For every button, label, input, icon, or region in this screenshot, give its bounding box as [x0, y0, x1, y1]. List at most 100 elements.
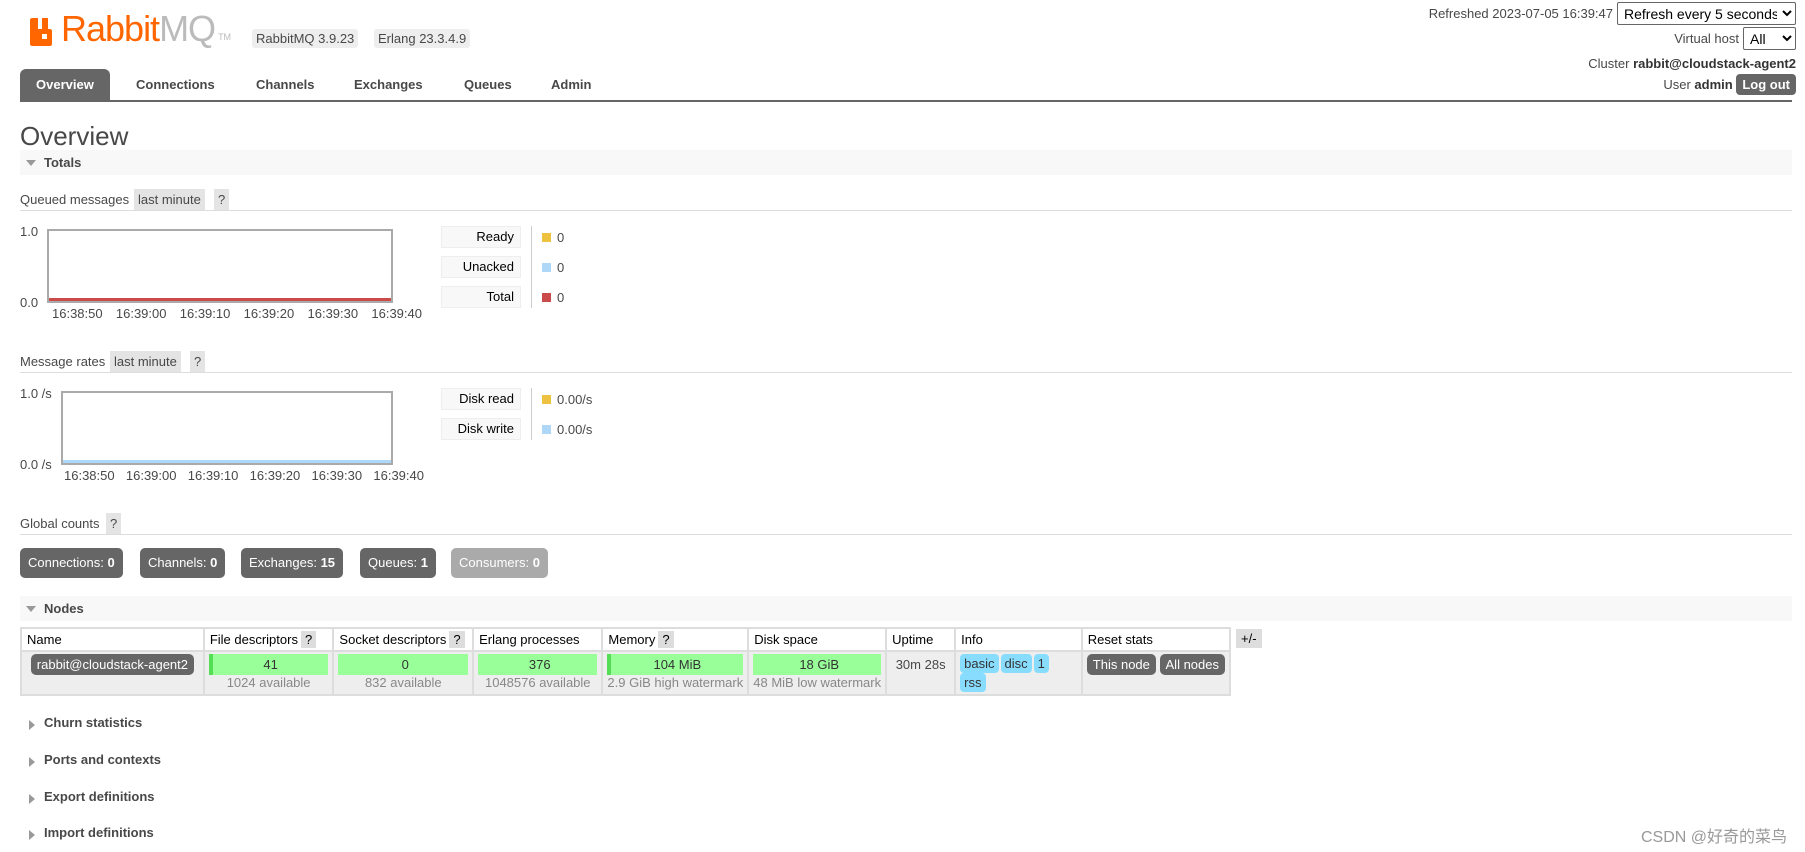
tab-exchanges[interactable]: Exchanges: [338, 69, 439, 100]
disk-write-series-line: [63, 460, 391, 463]
table-row: rabbit@cloudstack-agent2 41 1024 availabl…: [20, 650, 1232, 696]
help-button[interactable]: ?: [190, 351, 206, 372]
rabbit-logo-icon: [30, 18, 52, 46]
churn-statistics-toggle[interactable]: Churn statistics: [20, 713, 142, 733]
queued-legend: Ready Unacked Total 0 0 0: [441, 226, 564, 308]
x-tick-label: 16:39:00: [125, 468, 177, 483]
legend-swatch-icon: [542, 292, 551, 302]
info-tag: rss: [960, 673, 986, 692]
help-button[interactable]: ?: [658, 631, 674, 648]
x-tick-label: 16:39:30: [311, 468, 363, 483]
column-toggle-button[interactable]: +/-: [1236, 629, 1262, 648]
nodes-table: Name File descriptors? Socket descriptor…: [20, 627, 1232, 696]
help-button[interactable]: ?: [300, 631, 317, 648]
collapse-triangle-icon: [26, 606, 36, 612]
file-descriptors-bar: 41: [208, 654, 329, 675]
x-tick-label: 16:39:20: [243, 306, 295, 321]
global-count-queues-button[interactable]: Queues: 1: [360, 548, 437, 578]
export-definitions-toggle[interactable]: Export definitions: [20, 787, 155, 807]
section-title: Totals: [44, 155, 82, 170]
legend-item: 0.00/s: [542, 388, 592, 410]
legend-label: Ready: [441, 226, 521, 248]
reset-this-node-button[interactable]: This node: [1086, 654, 1156, 675]
rabbitmq-version: RabbitMQ 3.9.23: [252, 29, 359, 48]
node-name-link[interactable]: rabbit@cloudstack-agent2: [30, 654, 195, 675]
global-count-exchanges-button[interactable]: Exchanges: 15: [241, 548, 344, 578]
x-tick-label: 16:39:10: [187, 468, 239, 483]
memory-bar: 104 MiB: [607, 654, 744, 675]
expand-triangle-icon: [29, 794, 35, 804]
y-axis-max: 1.0 /s: [20, 386, 52, 401]
legend-item: 0.00/s: [542, 418, 592, 440]
info-tag: basic: [960, 654, 999, 673]
info-tag: 1: [1033, 654, 1049, 673]
section-title: Nodes: [44, 601, 84, 616]
global-count-consumers-button[interactable]: Consumers: 0: [451, 548, 548, 578]
help-button[interactable]: ?: [449, 631, 465, 648]
tab-admin[interactable]: Admin: [535, 69, 607, 100]
legend-swatch-icon: [542, 394, 551, 404]
x-axis-ticks: 16:38:50 16:39:00 16:39:10 16:39:20 16:39:30…: [64, 468, 424, 483]
x-tick-label: 16:38:50: [52, 306, 103, 321]
global-count-connections-button[interactable]: Connections: 0: [20, 548, 123, 578]
queued-messages-header: Queued messages last minute ?: [20, 189, 1792, 211]
legend-divider: [531, 388, 532, 440]
expand-triangle-icon: [29, 757, 35, 767]
legend-item: 0: [542, 286, 564, 308]
help-button[interactable]: ?: [106, 513, 122, 534]
help-button[interactable]: ?: [214, 189, 230, 210]
legend-divider: [531, 226, 532, 308]
page-title: Overview: [20, 121, 129, 151]
reset-all-nodes-button[interactable]: All nodes: [1159, 654, 1225, 675]
x-tick-label: 16:39:20: [249, 468, 301, 483]
main-tabs: Overview Connections Channels Exchanges …: [20, 69, 1792, 102]
rates-legend: Disk read Disk write 0.00/s 0.00/s: [441, 388, 592, 440]
legend-label: Disk write: [441, 418, 521, 440]
socket-descriptors-bar: 0: [338, 654, 469, 675]
global-counts-header: Global counts ?: [20, 513, 1792, 535]
legend-label: Unacked: [441, 256, 521, 278]
legend-swatch-icon: [542, 232, 551, 242]
tab-channels[interactable]: Channels: [240, 69, 331, 100]
range-select[interactable]: last minute: [134, 189, 205, 210]
x-tick-label: 16:38:50: [64, 468, 115, 483]
global-count-channels-button[interactable]: Channels: 0: [140, 548, 226, 578]
ports-contexts-toggle[interactable]: Ports and contexts: [20, 750, 161, 770]
message-rates-chart: [61, 391, 393, 465]
table-header-row: Name File descriptors? Socket descriptor…: [20, 627, 1232, 652]
tab-queues[interactable]: Queues: [448, 69, 528, 100]
legend-value: 0: [557, 229, 565, 245]
x-tick-label: 16:39:40: [371, 306, 422, 321]
range-select[interactable]: last minute: [110, 351, 181, 372]
x-tick-label: 16:39:40: [373, 468, 424, 483]
y-axis-min: 0.0: [20, 295, 39, 310]
totals-section-toggle[interactable]: Totals: [20, 150, 1792, 175]
expand-triangle-icon: [29, 830, 35, 840]
uptime: 30m 28s: [885, 650, 957, 696]
x-axis-ticks: 16:38:50 16:39:00 16:39:10 16:39:20 16:39:30…: [52, 306, 422, 321]
disk-space-bar: 18 GiB: [753, 654, 882, 675]
refresh-interval-select[interactable]: Refresh every 5 seconds: [1617, 2, 1796, 25]
tab-overview[interactable]: Overview: [20, 69, 110, 100]
queued-messages-chart: [47, 229, 393, 303]
legend-swatch-icon: [542, 262, 551, 272]
x-tick-label: 16:39:30: [307, 306, 359, 321]
legend-value: 0.00/s: [557, 421, 593, 437]
import-definitions-toggle[interactable]: Import definitions: [20, 823, 154, 843]
tab-connections[interactable]: Connections: [120, 69, 231, 100]
vhost-label: Virtual host: [1674, 31, 1739, 46]
rabbitmq-logo: Rabbit MQ TM: [30, 11, 231, 47]
legend-label: Total: [441, 286, 521, 308]
vhost-select[interactable]: All: [1743, 27, 1796, 50]
legend-value: 0: [557, 289, 565, 305]
legend-item: 0: [542, 226, 564, 248]
watermark: CSDN @好奇的菜鸟: [1640, 829, 1787, 846]
legend-value: 0: [557, 259, 565, 275]
y-axis-max: 1.0: [20, 224, 39, 239]
erlang-processes-bar: 376: [478, 654, 598, 675]
legend-item: 0: [542, 256, 564, 278]
nodes-section-toggle[interactable]: Nodes: [20, 596, 1792, 621]
legend-swatch-icon: [542, 424, 551, 434]
expand-triangle-icon: [29, 720, 35, 730]
collapse-triangle-icon: [26, 160, 36, 166]
